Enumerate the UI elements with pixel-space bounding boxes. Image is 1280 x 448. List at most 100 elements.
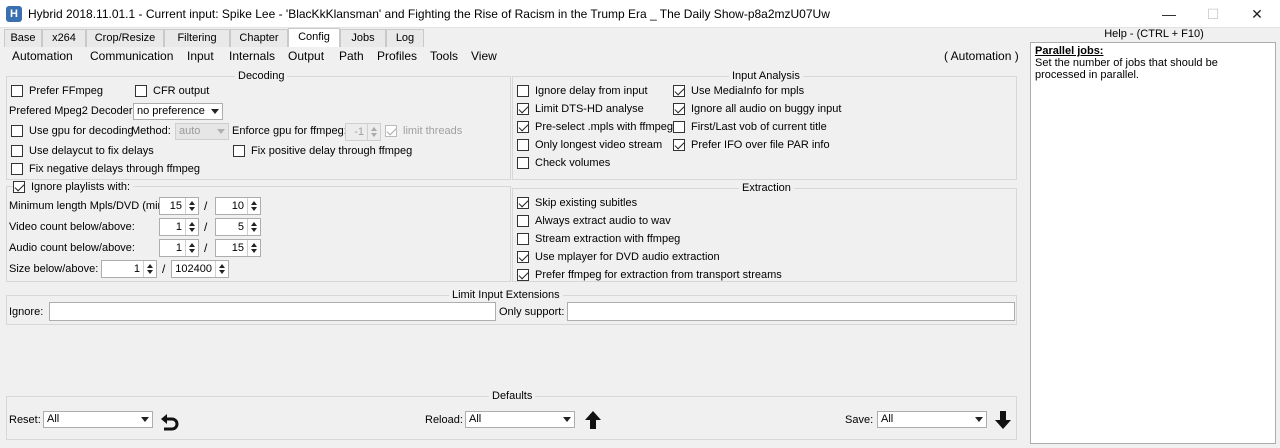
audio-count-below-spinbox[interactable]: 1 (159, 239, 199, 257)
spin-buttons[interactable] (247, 240, 260, 256)
spin-up-icon (251, 243, 257, 247)
subtab-tools[interactable]: Tools (430, 49, 458, 63)
reload-select[interactable]: All (465, 411, 575, 428)
chevron-down-icon (563, 417, 571, 422)
stream-ffmpeg-label: Stream extraction with ffmpeg (535, 233, 681, 245)
only-support-input[interactable] (567, 302, 1015, 321)
tab-log[interactable]: Log (386, 29, 424, 47)
app-icon: H (6, 6, 22, 22)
mpeg2-decoder-label: Prefered Mpeg2 Decoder: (9, 105, 136, 117)
tab-x264[interactable]: x264 (42, 29, 86, 47)
subtab-input[interactable]: Input (187, 49, 214, 63)
prefer-ifo-checkbox[interactable]: Prefer IFO over file PAR info (673, 139, 830, 151)
skip-subtitles-label: Skip existing subitles (535, 197, 638, 209)
first-last-vob-checkbox[interactable]: First/Last vob of current title (673, 121, 827, 133)
enforce-gpu-spinbox[interactable]: -1 (345, 123, 381, 141)
checkbox-box (11, 145, 23, 157)
prefer-ffmpeg-checkbox[interactable]: Prefer FFmpeg (11, 85, 103, 97)
ignore-audio-checkbox[interactable]: Ignore all audio on buggy input (673, 103, 841, 115)
fix-negative-checkbox[interactable]: Fix negative delays through ffmpeg (11, 163, 200, 175)
subtab-output[interactable]: Output (288, 49, 324, 63)
maximize-button[interactable]: ☐ (1190, 0, 1236, 28)
tab-crop-resize[interactable]: Crop/Resize (86, 29, 164, 47)
enforce-gpu-value: -1 (354, 126, 364, 138)
use-delaycut-checkbox[interactable]: Use delaycut to fix delays (11, 145, 154, 157)
skip-subtitles-checkbox[interactable]: Skip existing subitles (517, 197, 637, 209)
extraction-group: Extraction Skip existing subitles Always… (512, 182, 1017, 282)
preselect-mpls-checkbox[interactable]: Pre-select .mpls with ffmpeg (517, 121, 673, 133)
input-analysis-group: Input Analysis Ignore delay from input U… (512, 70, 1017, 180)
checkbox-box (517, 139, 529, 151)
always-wav-label: Always extract audio to wav (535, 215, 671, 227)
spin-up-icon (147, 264, 153, 268)
checkbox-box (517, 85, 529, 97)
limit-dts-label: Limit DTS-HD analyse (535, 103, 644, 115)
cfr-output-checkbox[interactable]: CFR output (135, 85, 209, 97)
min-length-min-spinbox[interactable]: 15 (159, 197, 199, 215)
arrow-up-icon[interactable] (581, 409, 605, 431)
only-longest-checkbox[interactable]: Only longest video stream (517, 139, 662, 151)
ignore-ext-input[interactable] (49, 302, 496, 321)
size-below-spinbox[interactable]: 1 (101, 260, 157, 278)
subtab-automation[interactable]: Automation (12, 49, 73, 63)
always-wav-checkbox[interactable]: Always extract audio to wav (517, 215, 671, 227)
subtab-view[interactable]: View (471, 49, 497, 63)
arrow-down-icon[interactable] (991, 409, 1015, 431)
subtab-internals[interactable]: Internals (229, 49, 275, 63)
minimize-button[interactable]: — (1146, 0, 1192, 28)
method-select[interactable]: auto (175, 123, 229, 140)
spin-down-icon (189, 228, 195, 232)
playlists-group: Ignore playlists with: Minimum length Mp… (6, 181, 511, 282)
checkbox-box (517, 269, 529, 281)
size-above-spinbox[interactable]: 102400 (171, 260, 229, 278)
undo-icon[interactable] (157, 409, 181, 431)
reload-label: Reload: (425, 414, 463, 426)
spin-down-icon (189, 249, 195, 253)
fix-positive-checkbox[interactable]: Fix positive delay through ffmpeg (233, 145, 412, 157)
check-volumes-checkbox[interactable]: Check volumes (517, 157, 610, 169)
use-mediainfo-checkbox[interactable]: Use MediaInfo for mpls (673, 85, 804, 97)
spin-up-icon (189, 222, 195, 226)
mpeg2-decoder-select[interactable]: no preference (133, 103, 223, 120)
spin-down-icon (371, 133, 377, 137)
spin-buttons[interactable] (367, 124, 380, 140)
stream-ffmpeg-checkbox[interactable]: Stream extraction with ffmpeg (517, 233, 680, 245)
video-count-above-spinbox[interactable]: 5 (215, 218, 261, 236)
ignore-delay-checkbox[interactable]: Ignore delay from input (517, 85, 648, 97)
ignore-playlists-checkbox[interactable]: Ignore playlists with: (13, 181, 134, 193)
limit-dts-checkbox[interactable]: Limit DTS-HD analyse (517, 103, 644, 115)
spin-up-icon (219, 264, 225, 268)
spin-buttons[interactable] (185, 219, 198, 235)
separator-slash: / (204, 199, 208, 213)
subtab-path[interactable]: Path (339, 49, 364, 63)
spin-buttons[interactable] (185, 240, 198, 256)
tab-config[interactable]: Config (288, 28, 340, 47)
limit-threads-checkbox[interactable]: limit threads (385, 125, 462, 137)
help-panel: Help - (CTRL + F10) Parallel jobs: Set t… (1030, 28, 1278, 444)
spin-buttons[interactable] (247, 198, 260, 214)
use-gpu-checkbox[interactable]: Use gpu for decoding (11, 125, 134, 137)
reset-select[interactable]: All (43, 411, 153, 428)
checkbox-box (13, 181, 25, 193)
use-mplayer-checkbox[interactable]: Use mplayer for DVD audio extraction (517, 251, 720, 263)
tab-jobs[interactable]: Jobs (340, 29, 386, 47)
tab-base[interactable]: Base (4, 29, 42, 47)
spin-down-icon (147, 270, 153, 274)
spin-buttons[interactable] (247, 219, 260, 235)
prefer-ffmpeg-ts-checkbox[interactable]: Prefer ffmpeg for extraction from transp… (517, 269, 782, 281)
spin-buttons[interactable] (143, 261, 156, 277)
close-button[interactable]: ✕ (1234, 0, 1280, 28)
min-length-max-spinbox[interactable]: 10 (215, 197, 261, 215)
video-count-below-spinbox[interactable]: 1 (159, 218, 199, 236)
help-body: Set the number of jobs that should be pr… (1035, 57, 1218, 81)
checkbox-box (517, 251, 529, 263)
audio-count-above-spinbox[interactable]: 15 (215, 239, 261, 257)
subtab-profiles[interactable]: Profiles (377, 49, 417, 63)
tab-filtering[interactable]: Filtering (164, 29, 230, 47)
save-select[interactable]: All (877, 411, 987, 428)
subtab-communication[interactable]: Communication (90, 49, 173, 63)
tab-chapter[interactable]: Chapter (230, 29, 288, 47)
spin-buttons[interactable] (185, 198, 198, 214)
spin-up-icon (189, 243, 195, 247)
spin-buttons[interactable] (215, 261, 228, 277)
